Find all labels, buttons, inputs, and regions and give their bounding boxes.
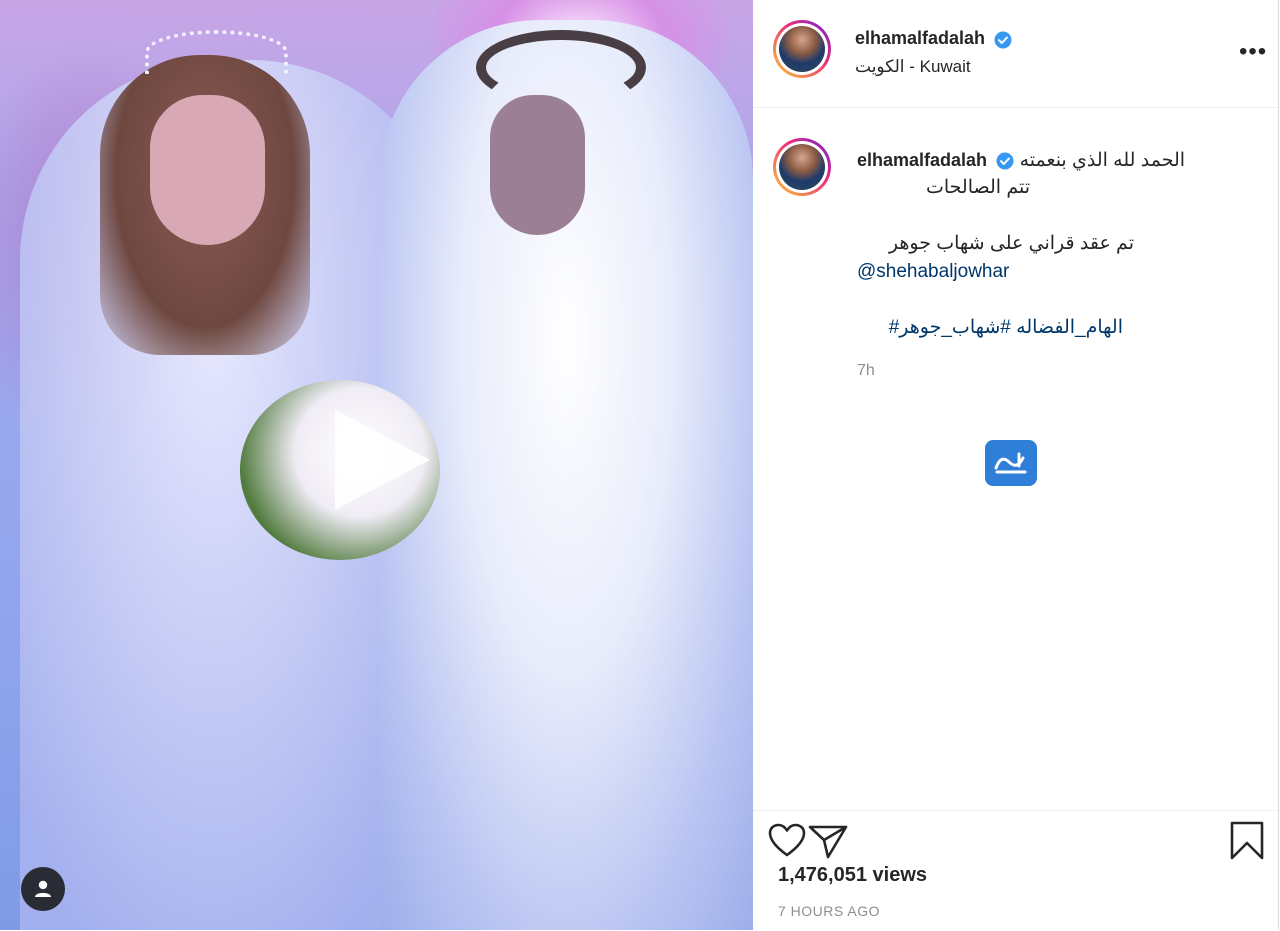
caption-avatar[interactable] (773, 138, 831, 196)
post-actions-footer: 1,476,051 views 7 HOURS AGO (753, 810, 1278, 931)
hashtag-links[interactable]: الهام_الفضاله #شهاب_جوهر# (857, 314, 1123, 342)
play-icon[interactable] (335, 410, 430, 510)
view-count[interactable]: 1,476,051 views (778, 864, 927, 887)
caption-username[interactable]: elhamalfadalah (857, 150, 987, 170)
agal-headband (476, 30, 646, 105)
username-link[interactable]: elhamalfadalah (855, 28, 985, 48)
caption-first-line: elhamalfadalah الحمد لله الذي بنعمته (857, 146, 1229, 175)
caption-text-line1: الحمد لله الذي بنعمته (1019, 150, 1186, 171)
location-link[interactable]: الكويت - Kuwait (855, 57, 971, 77)
avatar[interactable] (773, 20, 831, 78)
post-side-panel: elhamalfadalah الكويت - Kuwait ••• elham… (753, 0, 1279, 930)
send-icon[interactable] (808, 823, 848, 859)
more-horizontal-icon[interactable]: ••• (1239, 38, 1267, 66)
bride-face (150, 95, 265, 245)
verified-badge-icon (994, 31, 1012, 49)
user-icon[interactable] (21, 867, 65, 911)
bookmark-icon[interactable] (1229, 821, 1265, 861)
verified-badge-icon (996, 152, 1014, 170)
watermark-logo (985, 440, 1037, 486)
caption-text-line2: تتم الصالحات (925, 177, 1030, 198)
groom-face (490, 95, 585, 235)
post-header: elhamalfadalah الكويت - Kuwait ••• (753, 0, 1278, 108)
post-video[interactable] (0, 0, 753, 930)
user-silhouette-icon (35, 880, 51, 897)
mention-link[interactable]: @shehabaljowhar (857, 258, 1009, 286)
header-username-row: elhamalfadalah (855, 28, 1012, 49)
watermark-logo-glyph (994, 452, 1027, 474)
post-timestamp[interactable]: 7 HOURS AGO (778, 903, 880, 919)
tiara (145, 30, 288, 74)
caption-time: 7h (857, 362, 875, 379)
caption-area: elhamalfadalah الحمد لله الذي بنعمته تتم… (753, 108, 1278, 810)
heart-icon[interactable] (768, 823, 806, 859)
caption-text-line3: تم عقد قراني على شهاب جوهر (888, 233, 1134, 254)
